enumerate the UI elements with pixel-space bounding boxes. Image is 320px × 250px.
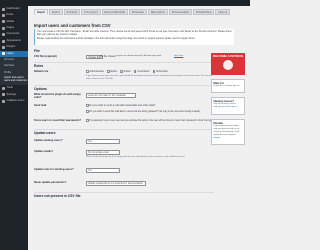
donate-link[interactable]: donate: [214, 137, 243, 140]
update-emails-label: Update emails?: [34, 150, 54, 153]
issues-link[interactable]: and you can also help us: [214, 106, 243, 109]
notice-line-1: You must create a CSV file with 'Usernam…: [37, 30, 232, 36]
patreon-icon: [223, 59, 233, 70]
tab-donate-shop[interactable]: Donate/Shop: [193, 9, 215, 15]
rate-us-box: Rate Us If you like it, please rate us: [211, 79, 245, 93]
update-existing-label: Update existing users?: [34, 139, 63, 142]
tab-meta-keys[interactable]: Meta keys: [129, 9, 147, 15]
donate-box: Donate If you appreciate our work and yo…: [211, 119, 245, 145]
info-notice: You must create a CSV file with 'Usernam…: [34, 29, 234, 45]
send-mail-updated-option[interactable]: Do you wish to send this mail also to us…: [86, 110, 216, 114]
promo-title: BECOME A PATRON: [213, 54, 243, 58]
issues-box: Having Issues? You can create a ticket a…: [211, 97, 245, 115]
tab-export[interactable]: Export: [49, 9, 63, 15]
main-content: Import Export Frontend Cron import Extra…: [28, 6, 250, 250]
empty-cells-select[interactable]: Leave the old value for this metadata: [86, 93, 136, 98]
role-option-editor[interactable]: Editor: [107, 70, 117, 73]
tab-cron-import[interactable]: Cron import: [80, 9, 101, 15]
options-heading: Options: [34, 87, 47, 91]
force-reset-label: Force users to reset their passwords?: [34, 119, 81, 122]
sidebar-item-collapse[interactable]: Collapse menu: [0, 98, 28, 104]
update-emails-description: What should the plugin do if the plugin …: [86, 156, 185, 158]
host-file-text: or you can choose directly a file from y…: [116, 55, 162, 57]
page-title: Import users and customers from CSV: [34, 23, 111, 28]
sidebar-subitem-import-export[interactable]: Import and export users and customers: [0, 76, 28, 86]
users-not-present-heading: Users not present in CSV file: [34, 194, 81, 198]
never-update-passwords-select[interactable]: Update passwords as it is described in d…: [86, 181, 146, 186]
send-mail-option[interactable]: Do you wish to send a mail with credenti…: [86, 104, 155, 107]
donate-text: If you appreciate our work and you want …: [213, 124, 240, 136]
default-role-label: Default role: [34, 70, 49, 73]
collapse-icon: [2, 99, 5, 103]
never-update-passwords-label: Never update passwords?: [34, 181, 67, 184]
rate-us-text: If you like it, please rate us: [213, 84, 240, 87]
wp-admin-window: Dashboard Posts Media Pages Comments App…: [0, 0, 250, 250]
roles-description: If you choose more than one role, roles …: [86, 74, 213, 80]
file-heading: File: [34, 49, 40, 53]
csv-file-label: CSV file (required): [34, 55, 57, 58]
tab-mail-options[interactable]: Mail options: [147, 9, 168, 15]
tab-help-us[interactable]: Help us: [215, 9, 231, 15]
empty-cells-label: What should the plugin do with empty cel…: [34, 93, 81, 100]
update-emails-select[interactable]: Do not update email: [86, 150, 120, 155]
media-icon: [2, 20, 5, 24]
role-checkboxes: Administrator Editor Author Contributor …: [86, 70, 168, 73]
patron-promo[interactable]: BECOME A PATRON: [211, 53, 245, 75]
role-option-subscriber[interactable]: Subscriber: [152, 70, 168, 73]
pin-icon: [2, 14, 5, 18]
update-users-heading: Update users: [34, 131, 56, 135]
dashboard-icon: [2, 7, 5, 11]
click-here-link[interactable]: click here: [174, 55, 183, 58]
no-file-text: No file chosen: [100, 55, 116, 58]
admin-sidebar: Dashboard Posts Media Pages Comments App…: [0, 6, 28, 250]
tab-documentation[interactable]: Documentation: [168, 9, 193, 15]
role-option-author[interactable]: Author: [120, 70, 131, 73]
notice-line-2: Please, read carefully the instructions …: [37, 37, 196, 40]
role-option-contributor[interactable]: Contributor: [133, 70, 150, 73]
force-reset-option[interactable]: If a password is set to an user and you …: [86, 119, 216, 123]
update-existing-select[interactable]: Yes: [86, 139, 120, 144]
comment-icon: [2, 33, 5, 37]
tab-bar: Import Export Frontend Cron import Extra…: [34, 9, 234, 15]
send-mail-label: Send mail: [34, 104, 47, 107]
update-roles-label: Update roles for existing users?: [34, 168, 74, 171]
checkbox[interactable]: [107, 70, 110, 73]
tab-import[interactable]: Import: [34, 9, 49, 15]
tab-frontend[interactable]: Frontend: [63, 9, 80, 15]
wrench-icon: [2, 86, 5, 90]
tab-extra-profile-fields[interactable]: Extra profile fields: [101, 9, 129, 15]
role-option-administrator[interactable]: Administrator: [86, 70, 104, 73]
page-icon: [2, 26, 5, 30]
plugin-icon: [2, 46, 5, 50]
settings-icon: [2, 93, 5, 97]
update-roles-select[interactable]: Yes: [86, 168, 120, 173]
checkbox[interactable]: [152, 70, 156, 73]
users-icon: [2, 52, 5, 56]
brush-icon: [2, 39, 5, 43]
roles-heading: Roles: [34, 64, 44, 68]
